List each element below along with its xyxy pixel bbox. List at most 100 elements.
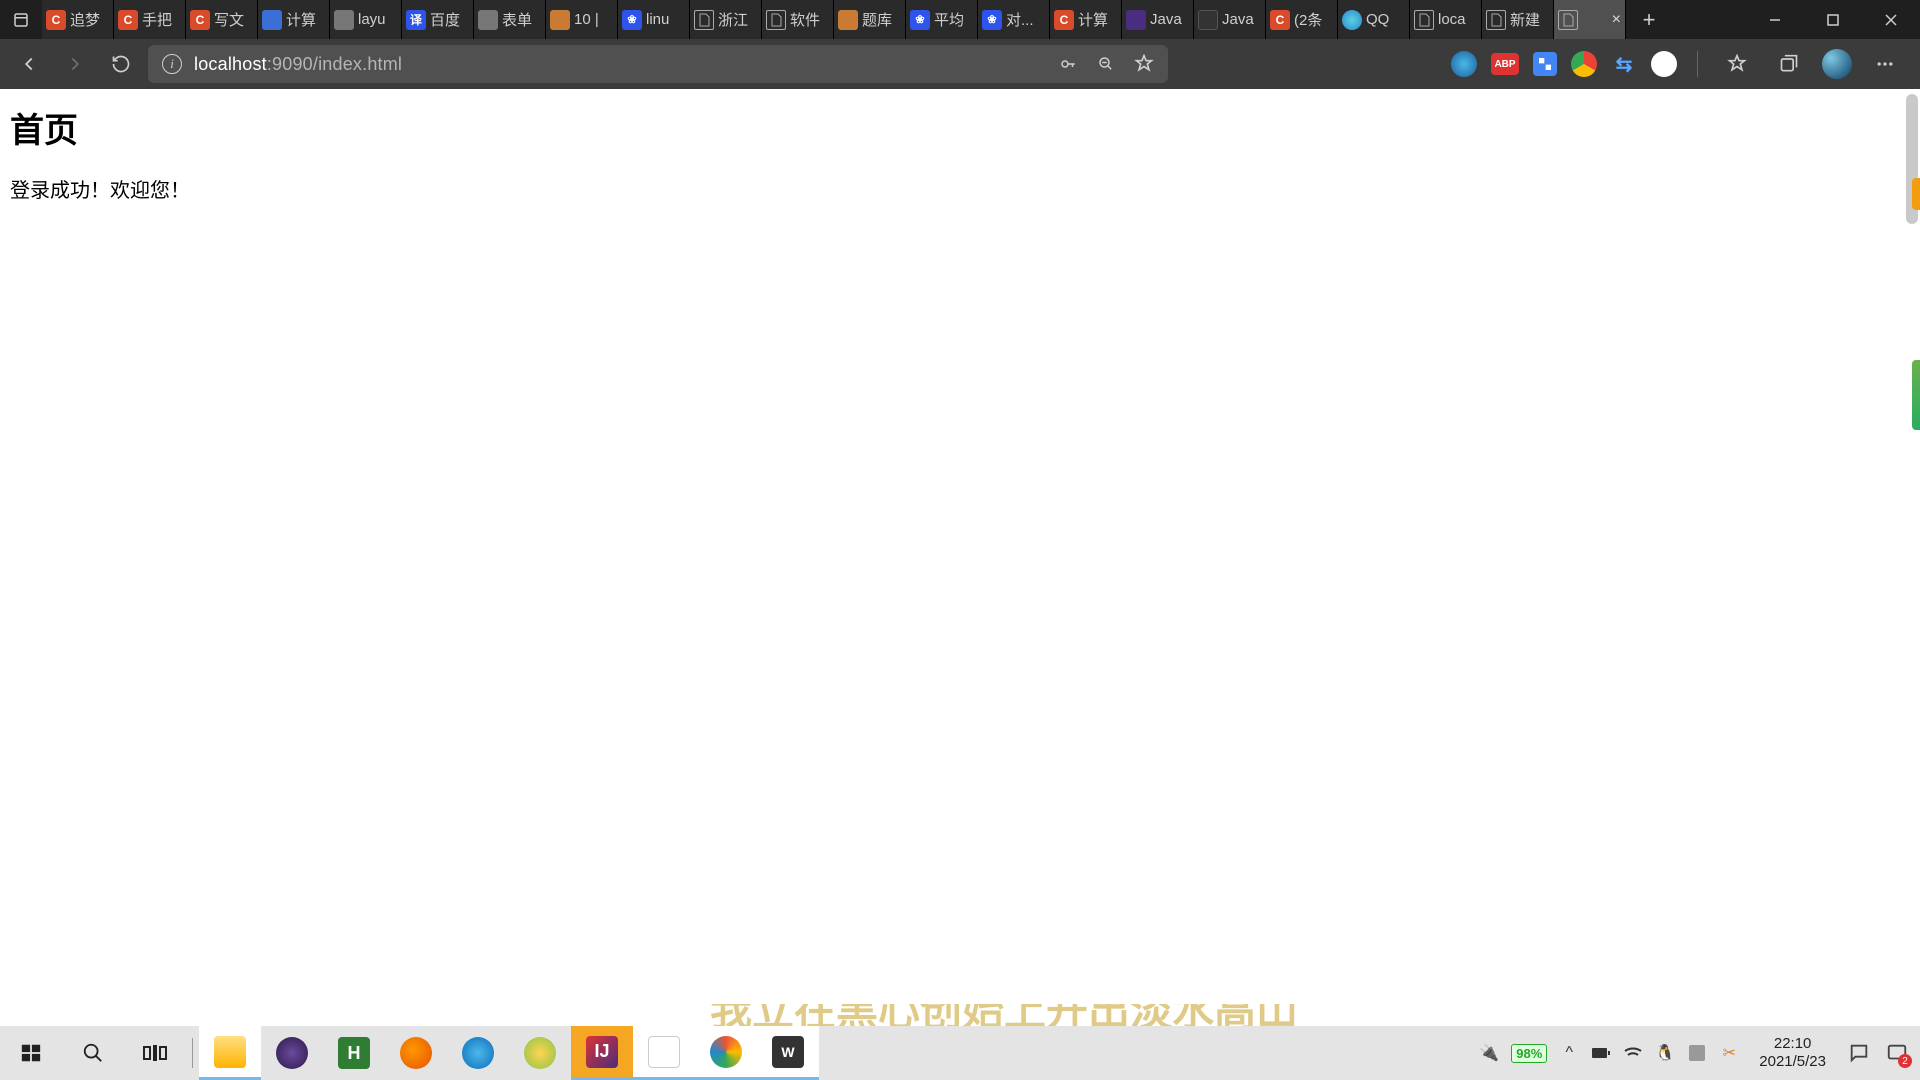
favorite-icon[interactable] xyxy=(1134,54,1154,74)
tray-power-icon[interactable]: 🔌 xyxy=(1479,1043,1499,1063)
tray-app-icon[interactable] xyxy=(1687,1043,1707,1063)
extension-chrome-icon[interactable] xyxy=(1571,51,1597,77)
tab-label: 新建 xyxy=(1510,9,1540,30)
task-view-button[interactable] xyxy=(124,1026,186,1080)
tab-13[interactable]: ❀对... xyxy=(978,0,1050,39)
edge-widget-orange[interactable] xyxy=(1912,178,1920,210)
tab-8[interactable]: ❀linu xyxy=(618,0,690,39)
favicon-icon: ❀ xyxy=(910,10,930,30)
back-button[interactable] xyxy=(10,45,48,83)
tab-0[interactable]: C追梦 xyxy=(42,0,114,39)
more-button[interactable] xyxy=(1866,45,1904,83)
tab-5[interactable]: 译百度 xyxy=(402,0,474,39)
collections-button[interactable] xyxy=(1770,45,1808,83)
tab-15[interactable]: Java xyxy=(1122,0,1194,39)
notification-button[interactable]: 2 xyxy=(1884,1040,1910,1066)
site-info-icon[interactable]: i xyxy=(162,54,182,74)
taskbar-hbuilder[interactable]: H xyxy=(323,1026,385,1080)
taskbar: H IJ W 🔌 98% ^ 🐧 ✂ 22:10 2021/5/23 2 xyxy=(0,1026,1920,1080)
tab-14[interactable]: C计算 xyxy=(1050,0,1122,39)
favicon-icon xyxy=(550,10,570,30)
tab-label: 10 | xyxy=(574,11,599,28)
tray-battery-icon[interactable] xyxy=(1591,1043,1611,1063)
tab-label: QQ xyxy=(1366,11,1389,28)
tab-strip: C追梦C手把C写文计算layu译百度表单10 |❀linu浙江软件题库❀平均❀对… xyxy=(0,0,1920,39)
start-button[interactable] xyxy=(0,1026,62,1080)
favicon-icon xyxy=(478,10,498,30)
login-success-message: 登录成功！欢迎您！ xyxy=(10,174,1910,203)
new-tab-button[interactable]: + xyxy=(1626,0,1672,39)
tray-snip-icon[interactable]: ✂ xyxy=(1719,1043,1739,1063)
tab-21[interactable]: × xyxy=(1554,0,1626,39)
taskbar-intellij[interactable]: IJ xyxy=(571,1026,633,1080)
taskbar-browser2[interactable] xyxy=(695,1026,757,1080)
tab-4[interactable]: layu xyxy=(330,0,402,39)
taskbar-firefox[interactable] xyxy=(385,1026,447,1080)
password-icon[interactable] xyxy=(1058,54,1078,74)
taskbar-wps[interactable]: W xyxy=(757,1026,819,1080)
taskbar-music[interactable] xyxy=(509,1026,571,1080)
extension-swirl-icon[interactable] xyxy=(1451,51,1477,77)
tab-18[interactable]: QQ xyxy=(1338,0,1410,39)
taskbar-eclipse[interactable] xyxy=(261,1026,323,1080)
window-controls xyxy=(1746,0,1920,39)
system-clock[interactable]: 22:10 2021/5/23 xyxy=(1751,1035,1834,1071)
favicon-icon xyxy=(1414,10,1434,30)
favicon-icon xyxy=(1342,10,1362,30)
taskbar-edge[interactable] xyxy=(447,1026,509,1080)
minimize-button[interactable] xyxy=(1746,0,1804,39)
extension-abp-icon[interactable]: ABP xyxy=(1491,53,1519,75)
extension-sync-icon[interactable]: ⇆ xyxy=(1611,51,1637,77)
tab-10[interactable]: 软件 xyxy=(762,0,834,39)
address-bar[interactable]: i localhost:9090/index.html xyxy=(148,45,1168,83)
tab-actions-button[interactable] xyxy=(0,0,42,39)
tab-6[interactable]: 表单 xyxy=(474,0,546,39)
tab-7[interactable]: 10 | xyxy=(546,0,618,39)
tab-1[interactable]: C手把 xyxy=(114,0,186,39)
favicon-icon xyxy=(766,10,786,30)
tab-label: 写文 xyxy=(214,9,244,30)
taskbar-explorer[interactable] xyxy=(199,1026,261,1080)
tab-label: 表单 xyxy=(502,9,532,30)
taskbar-app1[interactable] xyxy=(633,1026,695,1080)
tab-11[interactable]: 题库 xyxy=(834,0,906,39)
favorites-button[interactable] xyxy=(1718,45,1756,83)
taskbar-separator xyxy=(192,1038,193,1068)
zoom-icon[interactable] xyxy=(1096,54,1116,74)
favicon-icon: ❀ xyxy=(982,10,1002,30)
url-text: localhost:9090/index.html xyxy=(194,54,402,75)
battery-indicator[interactable]: 98% xyxy=(1511,1044,1547,1063)
tab-label: Java xyxy=(1150,11,1182,28)
tray-chevron-icon[interactable]: ^ xyxy=(1559,1043,1579,1063)
forward-button[interactable] xyxy=(56,45,94,83)
clock-time: 22:10 xyxy=(1759,1035,1826,1053)
tab-19[interactable]: loca xyxy=(1410,0,1482,39)
tab-2[interactable]: C写文 xyxy=(186,0,258,39)
tray-comment-icon[interactable] xyxy=(1846,1040,1872,1066)
favicon-icon xyxy=(694,10,714,30)
edge-widget-green[interactable] xyxy=(1912,360,1920,430)
tab-3[interactable]: 计算 xyxy=(258,0,330,39)
tab-9[interactable]: 浙江 xyxy=(690,0,762,39)
extension-round-icon[interactable] xyxy=(1651,51,1677,77)
close-button[interactable] xyxy=(1862,0,1920,39)
tab-16[interactable]: Java xyxy=(1194,0,1266,39)
tab-label: layu xyxy=(358,11,386,28)
tab-12[interactable]: ❀平均 xyxy=(906,0,978,39)
page-content: 首页 登录成功！欢迎您！ xyxy=(0,89,1920,1040)
profile-avatar[interactable] xyxy=(1822,49,1852,79)
notification-badge: 2 xyxy=(1898,1054,1912,1068)
tab-17[interactable]: C(2条 xyxy=(1266,0,1338,39)
extension-translate-icon[interactable] xyxy=(1533,52,1557,76)
favicon-icon: C xyxy=(190,10,210,30)
tab-20[interactable]: 新建 xyxy=(1482,0,1554,39)
maximize-button[interactable] xyxy=(1804,0,1862,39)
tray-qq-icon[interactable]: 🐧 xyxy=(1655,1043,1675,1063)
favicon-icon: ❀ xyxy=(622,10,642,30)
search-button[interactable] xyxy=(62,1026,124,1080)
reload-button[interactable] xyxy=(102,45,140,83)
tab-label: 手把 xyxy=(142,9,172,30)
tab-close-icon[interactable]: × xyxy=(1612,11,1621,29)
tray-wifi-icon[interactable] xyxy=(1623,1043,1643,1063)
favicon-icon xyxy=(1126,10,1146,30)
